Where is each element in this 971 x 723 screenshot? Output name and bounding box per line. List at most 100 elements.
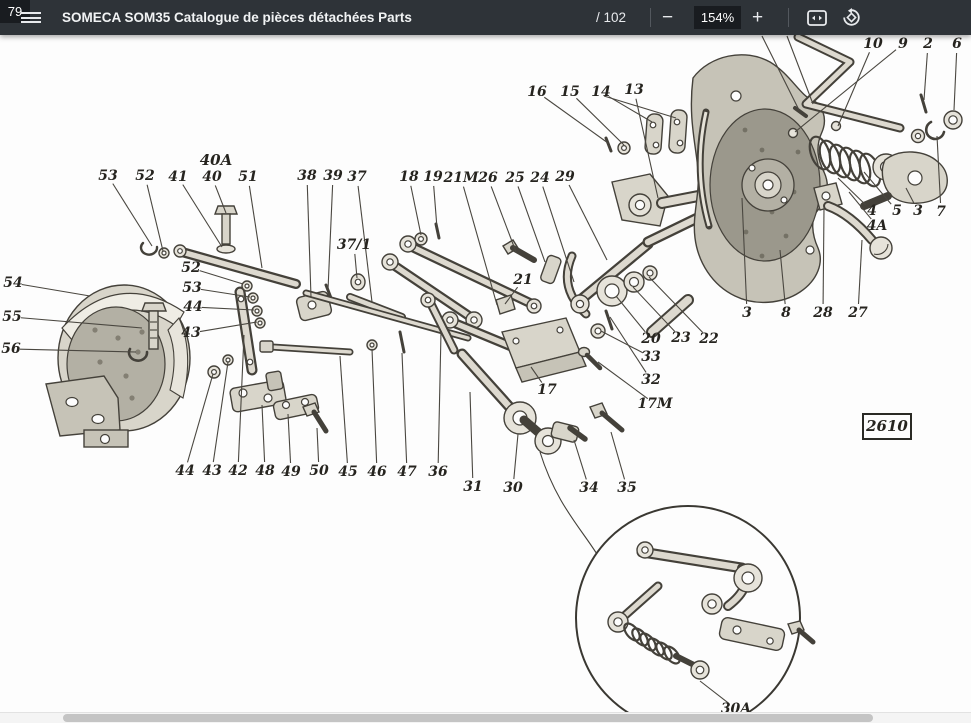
- part-label-17: 17: [537, 382, 557, 398]
- part-label-41: 41: [168, 169, 187, 185]
- leader-line: [858, 240, 862, 304]
- zoom-level: 154%: [694, 6, 741, 29]
- figure-reference-label: 2610: [865, 417, 908, 435]
- part-label-38: 38: [297, 168, 317, 184]
- part-label-53: 53: [182, 280, 202, 296]
- horizontal-scrollbar[interactable]: [0, 712, 971, 723]
- upper-lever-bar: [141, 206, 296, 284]
- scrollbar-thumb[interactable]: [63, 714, 873, 722]
- part-label-40A: 40A: [200, 151, 233, 169]
- fit-to-width-icon: [807, 10, 827, 26]
- part-label-48: 48: [255, 463, 275, 479]
- inset-detail-circle: [576, 506, 813, 713]
- part-label-47: 47: [397, 464, 417, 480]
- leader-line: [616, 296, 645, 332]
- part-label-15: 15: [560, 84, 579, 100]
- leader-line: [514, 434, 518, 479]
- part-label-18: 18: [399, 169, 419, 185]
- part-label-54: 54: [3, 275, 22, 291]
- bracket-17: [502, 318, 600, 382]
- document-title: SOMECA SOM35 Catalogue de pièces détaché…: [62, 0, 412, 35]
- leader-line: [113, 184, 152, 246]
- part-label-28: 28: [812, 305, 833, 321]
- part-label-8: 8: [781, 305, 791, 321]
- page-count: / 102: [596, 0, 626, 35]
- part-label-33: 33: [641, 349, 661, 365]
- leader-line: [411, 186, 421, 235]
- leader-line: [262, 405, 265, 462]
- part-label-31: 31: [463, 479, 482, 495]
- zoom-out-button[interactable]: −: [662, 0, 688, 35]
- part-label-9: 9: [898, 36, 908, 52]
- part-label-45: 45: [338, 464, 357, 480]
- leader-line: [438, 332, 441, 463]
- part-label-44: 44: [175, 463, 194, 479]
- part-label-29: 29: [554, 169, 575, 185]
- rotate-icon: [842, 8, 861, 27]
- leader-line: [200, 271, 243, 284]
- leader-line: [574, 440, 586, 479]
- part-label-35: 35: [617, 480, 636, 496]
- part-label-16: 16: [527, 84, 547, 100]
- part-label-3: 3: [742, 305, 752, 321]
- part-label-30: 30: [503, 480, 523, 496]
- part-label-5: 5: [892, 203, 902, 219]
- leader-line: [611, 432, 625, 479]
- part-label-37-1: 37/1: [337, 237, 371, 253]
- part-label-10: 10: [863, 36, 883, 52]
- vertical-lever: [208, 281, 265, 378]
- part-label-52: 52: [181, 260, 201, 276]
- leader-line: [402, 353, 407, 463]
- toolbar-divider: [650, 8, 651, 27]
- part-label-20: 20: [640, 331, 661, 347]
- part-label-50: 50: [309, 463, 329, 479]
- part-label-42: 42: [228, 463, 248, 479]
- fit-page-button[interactable]: [804, 0, 830, 35]
- part-label-21M: 21M: [443, 170, 479, 186]
- part-label-44: 44: [183, 299, 202, 315]
- leader-line: [340, 356, 347, 463]
- part-label-37: 37: [347, 169, 367, 185]
- part-label-2: 2: [922, 36, 933, 52]
- leader-line: [954, 53, 957, 110]
- part-label-6: 6: [952, 36, 962, 52]
- part-label-25: 25: [504, 170, 524, 186]
- leader-line: [491, 186, 516, 252]
- pdf-toolbar: SOMECA SOM35 Catalogue de pièces détaché…: [0, 0, 971, 35]
- part-label-55: 55: [2, 309, 21, 325]
- part-label-3: 3: [913, 203, 923, 219]
- part-label-40: 40: [202, 169, 222, 185]
- part-label-46: 46: [367, 464, 387, 480]
- part-label-22: 22: [698, 331, 719, 347]
- part-label-14: 14: [591, 84, 610, 100]
- leader-line: [434, 186, 437, 228]
- leader-line: [328, 185, 333, 290]
- leader-line: [823, 208, 824, 304]
- drum-cover-part: [46, 285, 190, 447]
- part-label-4A: 4A: [867, 218, 888, 234]
- part-label-56: 56: [1, 341, 21, 357]
- zoom-in-button[interactable]: +: [752, 0, 778, 35]
- leader-line: [183, 185, 222, 247]
- figure-reference-box: 2610: [863, 414, 911, 439]
- rotate-button[interactable]: [838, 0, 864, 35]
- leader-line: [288, 414, 291, 463]
- leader-line: [307, 185, 311, 297]
- parts-diagram: .dk{stroke:#44413a;fill:none;stroke-line…: [0, 35, 971, 713]
- part-label-52: 52: [135, 168, 155, 184]
- leader-line: [470, 392, 473, 478]
- part-label-7: 7: [936, 204, 946, 220]
- leader-line: [317, 428, 319, 462]
- lower-bracket-group: [229, 332, 404, 431]
- part-label-32: 32: [641, 372, 661, 388]
- part-label-23: 23: [670, 330, 691, 346]
- part-label-53: 53: [98, 168, 118, 184]
- leader-line: [187, 374, 213, 462]
- menu-icon[interactable]: [14, 0, 48, 35]
- part-label-43: 43: [181, 325, 201, 341]
- part-label-39: 39: [323, 168, 343, 184]
- part-label-13: 13: [624, 82, 644, 98]
- leader-line: [372, 349, 377, 463]
- part-label-36: 36: [428, 464, 448, 480]
- part-label-24: 24: [529, 170, 549, 186]
